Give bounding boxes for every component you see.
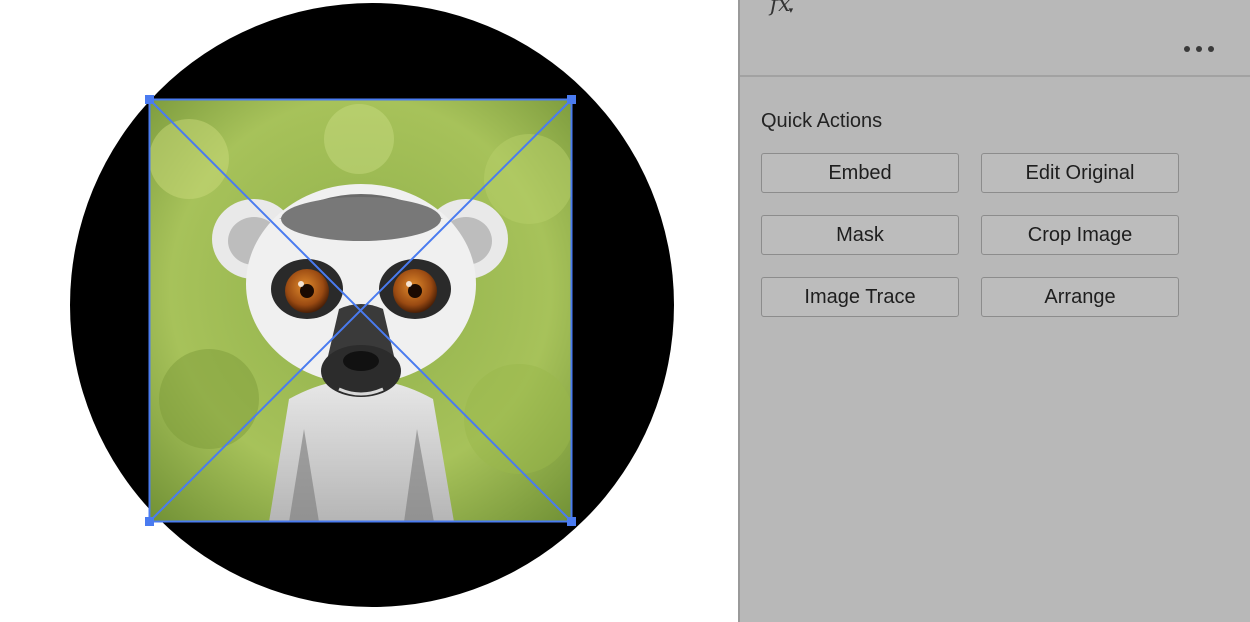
embed-button[interactable]: Embed — [761, 153, 959, 193]
edit-original-button[interactable]: Edit Original — [981, 153, 1179, 193]
image-trace-button[interactable]: Image Trace — [761, 277, 959, 317]
quick-actions-title: Quick Actions — [761, 110, 883, 132]
resize-handle-top-right[interactable] — [567, 95, 576, 104]
crop-image-button[interactable]: Crop Image — [981, 215, 1179, 255]
artboard-canvas[interactable] — [0, 0, 738, 622]
properties-panel: fx▾ Quick Actions Embed Edit Original Ma… — [738, 0, 1250, 622]
appearance-section: fx▾ — [740, 0, 1250, 77]
resize-handle-bottom-left[interactable] — [145, 517, 154, 526]
resize-handle-bottom-right[interactable] — [567, 517, 576, 526]
more-options-icon[interactable] — [1182, 36, 1218, 60]
lemur-image[interactable] — [149, 99, 572, 522]
mask-button[interactable]: Mask — [761, 215, 959, 255]
fx-icon[interactable]: fx▾ — [770, 0, 795, 17]
lemur-illustration — [149, 99, 572, 522]
resize-handle-top-left[interactable] — [145, 95, 154, 104]
arrange-button[interactable]: Arrange — [981, 277, 1179, 317]
